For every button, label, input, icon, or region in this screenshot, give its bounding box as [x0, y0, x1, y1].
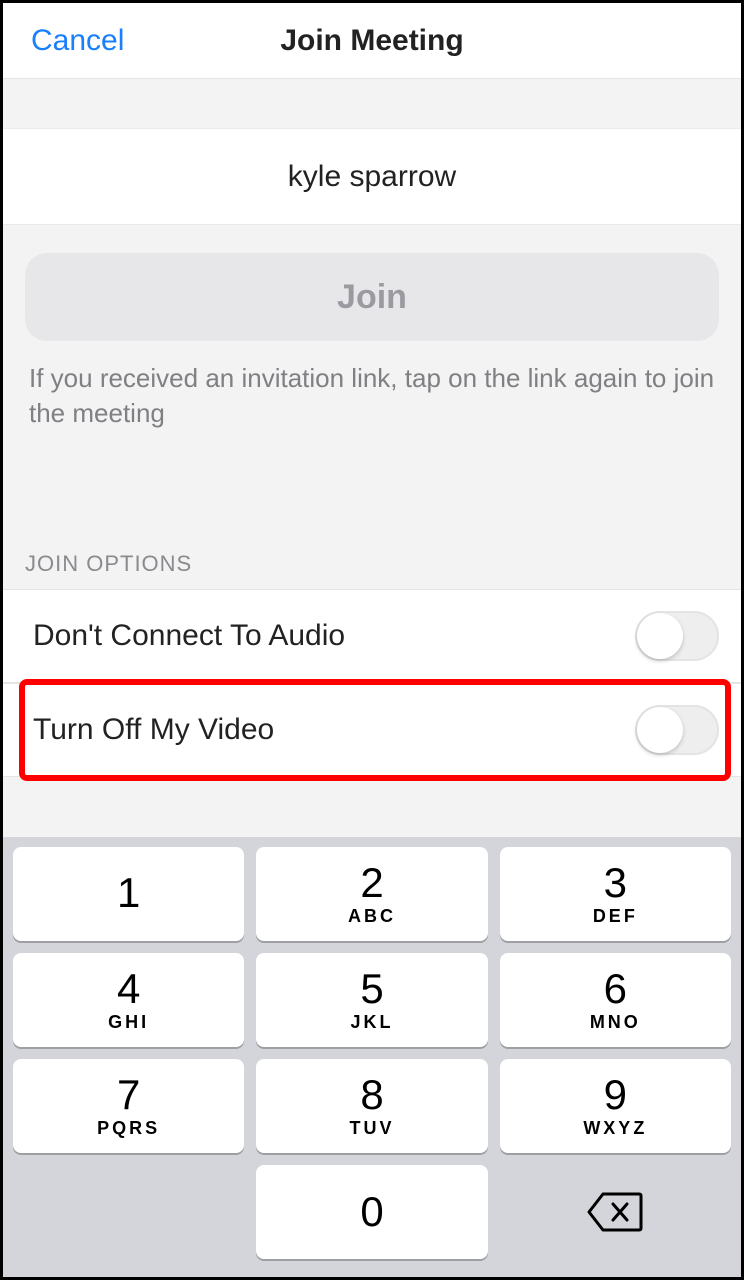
option-label: Don't Connect To Audio — [33, 619, 345, 653]
key-digit: 5 — [360, 968, 383, 1010]
option-label: Turn Off My Video — [33, 713, 274, 747]
key-6[interactable]: 6 MNO — [500, 953, 731, 1047]
key-blank — [13, 1165, 244, 1259]
key-letters: ABC — [348, 906, 396, 927]
key-digit: 0 — [360, 1191, 383, 1233]
key-digit: 3 — [604, 862, 627, 904]
join-area: Join If you received an invitation link,… — [3, 225, 741, 431]
key-letters: MNO — [590, 1012, 641, 1033]
key-digit: 4 — [117, 968, 140, 1010]
key-letters: WXYZ — [583, 1118, 647, 1139]
key-0[interactable]: 0 — [256, 1165, 487, 1259]
backspace-icon — [587, 1192, 643, 1232]
cancel-button[interactable]: Cancel — [3, 24, 124, 58]
key-digit: 9 — [604, 1074, 627, 1116]
numeric-keypad: 1 2 ABC 3 DEF 4 GHI 5 JKL 6 MNO 7 PQRS 8… — [3, 837, 741, 1277]
toggle-audio[interactable] — [635, 611, 719, 661]
key-3[interactable]: 3 DEF — [500, 847, 731, 941]
key-letters: GHI — [108, 1012, 149, 1033]
display-name-field[interactable]: kyle sparrow — [3, 129, 741, 225]
key-letters: JKL — [350, 1012, 393, 1033]
key-backspace[interactable] — [500, 1165, 731, 1259]
key-digit: 2 — [360, 862, 383, 904]
key-1[interactable]: 1 — [13, 847, 244, 941]
join-options-label: JOIN OPTIONS — [3, 431, 741, 589]
key-digit: 8 — [360, 1074, 383, 1116]
key-digit: 6 — [604, 968, 627, 1010]
option-turn-off-video: Turn Off My Video — [3, 683, 741, 777]
key-2[interactable]: 2 ABC — [256, 847, 487, 941]
key-letters: TUV — [349, 1118, 394, 1139]
option-dont-connect-audio: Don't Connect To Audio — [3, 589, 741, 683]
key-8[interactable]: 8 TUV — [256, 1059, 487, 1153]
key-9[interactable]: 9 WXYZ — [500, 1059, 731, 1153]
key-letters: DEF — [593, 906, 638, 927]
spacer — [3, 777, 741, 837]
key-digit: 1 — [117, 872, 140, 914]
key-5[interactable]: 5 JKL — [256, 953, 487, 1047]
hint-text: If you received an invitation link, tap … — [25, 341, 719, 431]
key-letters: PQRS — [97, 1118, 160, 1139]
key-digit: 7 — [117, 1074, 140, 1116]
highlighted-option: Turn Off My Video — [3, 683, 741, 777]
toggle-video[interactable] — [635, 705, 719, 755]
join-button[interactable]: Join — [25, 253, 719, 341]
header-bar: Cancel Join Meeting — [3, 3, 741, 79]
spacer — [3, 79, 741, 129]
key-7[interactable]: 7 PQRS — [13, 1059, 244, 1153]
key-4[interactable]: 4 GHI — [13, 953, 244, 1047]
